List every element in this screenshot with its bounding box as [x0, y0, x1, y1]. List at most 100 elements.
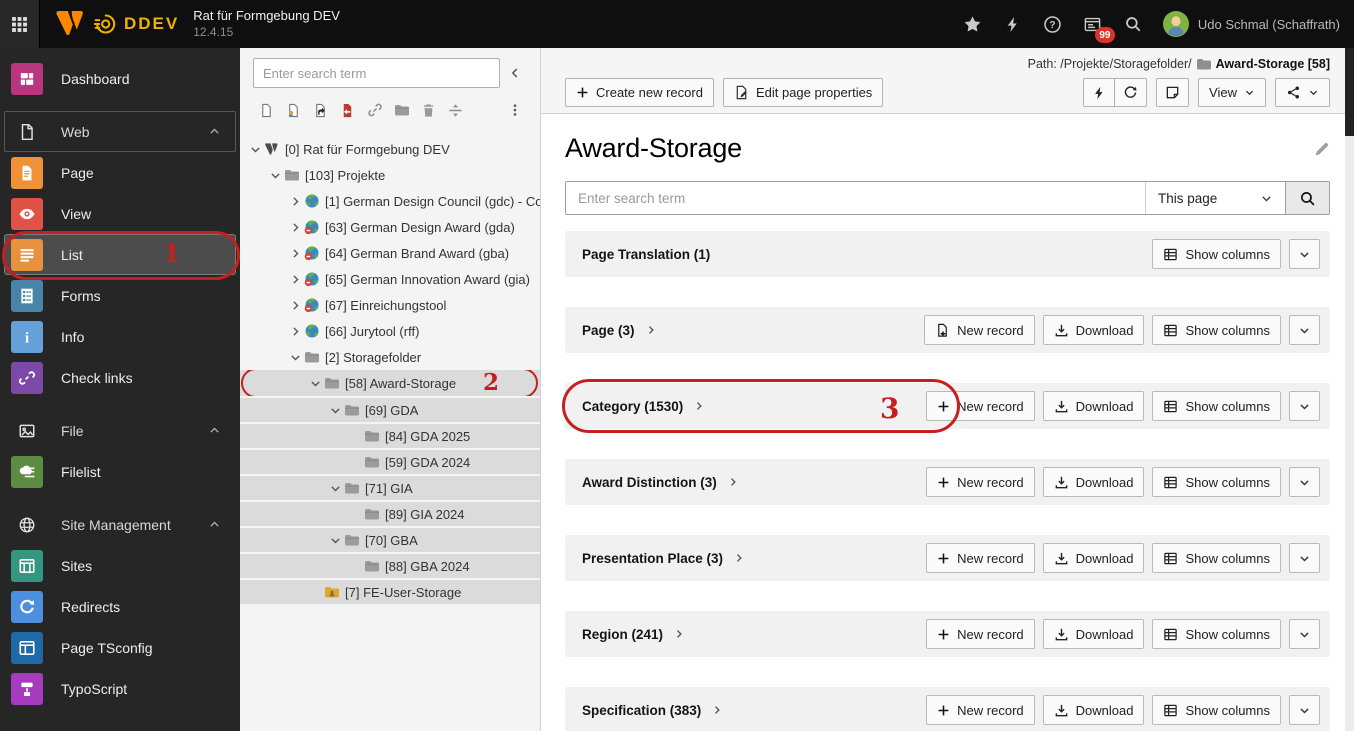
sidebar-item-check-links[interactable]: Check links: [4, 357, 236, 398]
new-record-button[interactable]: New record: [926, 391, 1035, 421]
chevron-down-icon[interactable]: [268, 169, 283, 182]
chevron-down-icon[interactable]: [288, 351, 303, 364]
record-search-input[interactable]: [566, 182, 1145, 214]
tree-node-7-fe-user-storage[interactable]: [7] FE-User-Storage: [240, 578, 540, 604]
panel-collapse-button[interactable]: [1289, 467, 1320, 497]
tree-collapse-button[interactable]: [500, 58, 530, 88]
user-menu[interactable]: Udo Schmal (Schaffrath): [1162, 11, 1340, 37]
download-button[interactable]: Download: [1042, 391, 1145, 421]
chevron-right-icon[interactable]: [711, 704, 723, 716]
chevron-right-icon[interactable]: [645, 324, 657, 336]
show-columns-button[interactable]: Show columns: [1152, 239, 1281, 269]
separator-icon[interactable]: [442, 98, 469, 122]
tree-node-88-gba-2024[interactable]: [88] GBA 2024: [240, 552, 540, 578]
sidebar-item-dashboard[interactable]: Dashboard: [4, 58, 236, 99]
panel-collapse-button[interactable]: [1289, 619, 1320, 649]
note-button[interactable]: [1156, 78, 1190, 107]
systeminformation-button[interactable]: 99: [1075, 4, 1115, 44]
tree-node-63-german-design-award-gda[interactable]: [63] German Design Award (gda): [240, 214, 540, 240]
chevron-right-icon[interactable]: [288, 299, 303, 312]
chevron-right-icon[interactable]: [733, 552, 745, 564]
sidebar-item-page[interactable]: Page: [4, 152, 236, 193]
chevron-down-icon[interactable]: [328, 404, 343, 417]
download-button[interactable]: Download: [1042, 619, 1145, 649]
sidebar-item-typoscript[interactable]: TypoScript: [4, 668, 236, 709]
sidebar-item-filelist[interactable]: Filelist: [4, 451, 236, 492]
download-button[interactable]: Download: [1042, 315, 1145, 345]
chevron-right-icon[interactable]: [673, 628, 685, 640]
reload-button[interactable]: [1115, 78, 1148, 107]
show-columns-button[interactable]: Show columns: [1152, 315, 1281, 345]
chevron-right-icon[interactable]: [727, 476, 739, 488]
search-submit-button[interactable]: [1285, 182, 1329, 214]
edit-page-properties-button[interactable]: Edit page properties: [722, 78, 884, 107]
cache-button[interactable]: [1083, 78, 1116, 107]
panel-collapse-button[interactable]: [1289, 391, 1320, 421]
download-button[interactable]: Download: [1042, 695, 1145, 725]
tree-node-64-german-brand-award-gba[interactable]: [64] German Brand Award (gba): [240, 240, 540, 266]
tree-node-58-award-storage[interactable]: [58] Award-Storage 2: [240, 370, 540, 396]
show-columns-button[interactable]: Show columns: [1152, 543, 1281, 573]
panel-collapse-button[interactable]: [1289, 543, 1320, 573]
sidebar-item-redirects[interactable]: Redirects: [4, 586, 236, 627]
page-mount-icon[interactable]: [334, 98, 361, 122]
bookmark-button[interactable]: [955, 4, 991, 44]
sidebar-item-web[interactable]: Web: [4, 111, 236, 152]
tree-node-66-jurytool-rff[interactable]: [66] Jurytool (rff): [240, 318, 540, 344]
sidebar-item-page-tsconfig[interactable]: Page TSconfig: [4, 627, 236, 668]
new-record-button[interactable]: New record: [926, 467, 1035, 497]
link-icon[interactable]: [361, 98, 388, 122]
new-record-page-button[interactable]: New record: [924, 315, 1035, 345]
page-hidden-icon[interactable]: [280, 98, 307, 122]
chevron-down-icon[interactable]: [328, 482, 343, 495]
scrollbar[interactable]: [1345, 48, 1354, 731]
chevron-right-icon[interactable]: [288, 221, 303, 234]
panel-collapse-button[interactable]: [1289, 315, 1320, 345]
chevron-right-icon[interactable]: [288, 247, 303, 260]
tree-node-2-storagefolder[interactable]: [2] Storagefolder: [240, 344, 540, 370]
tree-node-1-german-design-council-gdc-corpor[interactable]: [1] German Design Council (gdc) - Corpor: [240, 188, 540, 214]
create-new-record-button[interactable]: Create new record: [565, 78, 714, 107]
new-page-icon[interactable]: [253, 98, 280, 122]
sidebar-item-file[interactable]: File: [4, 410, 236, 451]
download-button[interactable]: Download: [1042, 467, 1145, 497]
tree-node-70-gba[interactable]: [70] GBA: [240, 526, 540, 552]
sidebar-item-sites[interactable]: Sites: [4, 545, 236, 586]
edit-title-button[interactable]: [1313, 141, 1330, 158]
show-columns-button[interactable]: Show columns: [1152, 467, 1281, 497]
new-record-button[interactable]: New record: [926, 543, 1035, 573]
chevron-right-icon[interactable]: [288, 325, 303, 338]
tree-node-89-gia-2024[interactable]: [89] GIA 2024: [240, 500, 540, 526]
tree-node-59-gda-2024[interactable]: [59] GDA 2024: [240, 448, 540, 474]
help-button[interactable]: ?: [1035, 4, 1071, 44]
chevron-right-icon[interactable]: [693, 400, 705, 412]
page-shortcut-icon[interactable]: [307, 98, 334, 122]
panel-collapse-button[interactable]: [1289, 695, 1320, 725]
search-button-topbar[interactable]: [1115, 4, 1151, 44]
chevron-right-icon[interactable]: [288, 195, 303, 208]
trash-icon[interactable]: [415, 98, 442, 122]
sidebar-item-site-management[interactable]: Site Management: [4, 504, 236, 545]
sidebar-item-info[interactable]: i Info: [4, 316, 236, 357]
tree-node-84-gda-2025[interactable]: [84] GDA 2025: [240, 422, 540, 448]
new-record-button[interactable]: New record: [926, 695, 1035, 725]
app-grid-button[interactable]: [0, 0, 40, 48]
scrollbar-thumb[interactable]: [1345, 48, 1354, 136]
tree-node-103-projekte[interactable]: [103] Projekte: [240, 162, 540, 188]
chevron-down-icon[interactable]: [248, 143, 263, 156]
show-columns-button[interactable]: Show columns: [1152, 695, 1281, 725]
chevron-down-icon[interactable]: [328, 534, 343, 547]
sidebar-item-view[interactable]: View: [4, 193, 236, 234]
tree-node-67-einreichungstool[interactable]: [67] Einreichungstool: [240, 292, 540, 318]
show-columns-button[interactable]: Show columns: [1152, 619, 1281, 649]
panel-collapse-button[interactable]: [1289, 239, 1320, 269]
tree-node-71-gia[interactable]: [71] GIA: [240, 474, 540, 500]
tree-node-0-rat-f-r-formgebung-dev[interactable]: [0] Rat für Formgebung DEV: [240, 136, 540, 162]
view-dropdown-button[interactable]: View: [1198, 78, 1266, 107]
chevron-down-icon[interactable]: [308, 377, 323, 390]
sidebar-item-forms[interactable]: Forms: [4, 275, 236, 316]
search-scope-select[interactable]: This page: [1145, 182, 1285, 214]
tree-node-65-german-innovation-award-gia[interactable]: [65] German Innovation Award (gia): [240, 266, 540, 292]
sidebar-item-list[interactable]: List 1: [2, 231, 240, 280]
show-columns-button[interactable]: Show columns: [1152, 391, 1281, 421]
